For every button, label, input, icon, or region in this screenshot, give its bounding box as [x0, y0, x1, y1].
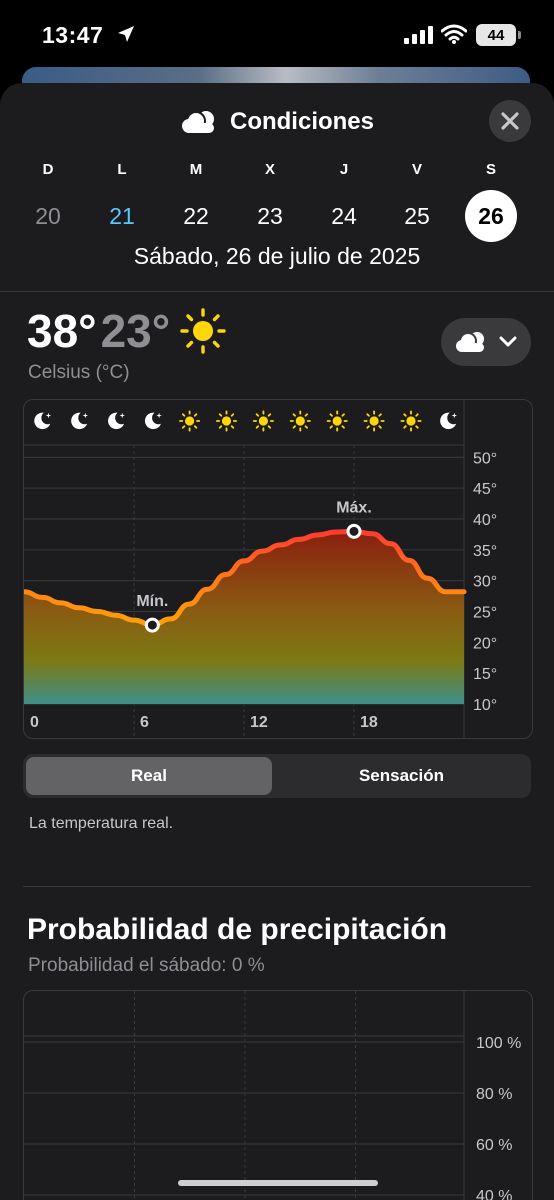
cloud-icon [181, 111, 214, 133]
status-time: 13:47 [42, 22, 104, 48]
max-point [346, 523, 362, 539]
sun-icon [180, 308, 226, 354]
x-tick-label: 0 [30, 714, 39, 731]
y-tick-label: 40° [473, 512, 497, 529]
wifi-icon [441, 24, 467, 44]
sheet-header: Condiciones [0, 106, 554, 138]
moon-star-icon [71, 412, 89, 430]
temp-low: 23° [100, 305, 171, 357]
x-tick-label: 6 [140, 714, 149, 731]
temperature-area [24, 531, 464, 704]
x-tick-label: 18 [360, 714, 378, 731]
day-button[interactable]: 23 [244, 190, 296, 242]
moon-star-icon [34, 412, 52, 430]
y-tick-label: 20° [473, 635, 497, 652]
day-name: D [42, 161, 54, 178]
day-button[interactable]: 25 [391, 190, 443, 242]
y-tick-label: 30° [473, 574, 497, 591]
precipitation-chart: 100 % 80 % 60 % 40 % [23, 990, 533, 1200]
precipitation-title: Probabilidad de precipitación [27, 913, 448, 946]
chevron-down-icon [499, 336, 517, 347]
battery-tip [518, 31, 521, 39]
unit-label: Celsius (°C) [28, 362, 130, 383]
location-arrow-icon [118, 26, 134, 42]
temperature-chart: 50° 45° 40° 35° 30° 25° 20° 15° 10° 0 6 12 18 Mín. Máx… [21, 399, 533, 739]
y-tick-label: 50° [473, 450, 497, 467]
y-tick-label: 15° [473, 666, 497, 683]
close-icon [501, 112, 519, 130]
segment-real[interactable]: Real [26, 757, 272, 795]
y-tick-label: 40 % [476, 1188, 512, 1200]
moon-star-icon [108, 412, 125, 430]
temperature-summary: 38° 23° [27, 305, 228, 357]
y-tick-label: 10° [473, 697, 497, 714]
temperature-chart-svg: 50° 45° 40° 35° 30° 25° 20° 15° 10° 0 6 12 18 Mín. Máx… [21, 400, 497, 738]
day-name: J [339, 161, 349, 178]
day-button[interactable]: 24 [318, 190, 370, 242]
sheet-title: Condiciones [229, 108, 374, 135]
sun-icon [363, 410, 385, 432]
y-tick-label: 45° [473, 481, 497, 498]
day-button[interactable]: 22 [170, 190, 222, 242]
moon-star-icon [440, 412, 458, 430]
cellular-signal-icon [404, 26, 433, 44]
day-name: S [485, 161, 496, 178]
sun-icon [400, 410, 422, 432]
day-name: M [189, 161, 203, 178]
max-label: Máx. [336, 499, 372, 516]
day-name: V [411, 161, 422, 178]
moon-star-icon [144, 412, 162, 430]
y-tick-label: 80 % [476, 1086, 512, 1103]
y-tick-label: 35° [473, 543, 497, 560]
sun-icon [215, 410, 238, 432]
day-button[interactable]: 21 [96, 190, 148, 242]
divider [0, 291, 554, 292]
y-tick-label: 100 % [476, 1035, 521, 1052]
home-indicator[interactable] [178, 1180, 378, 1186]
day-button[interactable]: 20 [22, 190, 74, 242]
day-name: X [264, 161, 275, 178]
segment-description: La temperatura real. [29, 815, 174, 832]
status-bar: 13:47 44 [0, 0, 554, 70]
battery-indicator: 44 [476, 24, 516, 46]
sun-icon [326, 410, 348, 432]
sun-icon [289, 410, 311, 432]
temp-high: 38° [27, 305, 97, 357]
conditions-sheet: Condiciones D L M X J V S 20 21 22 23 24… [0, 83, 554, 1200]
y-tick-label: 60 % [476, 1137, 512, 1154]
temperature-mode-segmented-control: Real Sensación [23, 754, 531, 798]
y-tick-label: 25° [473, 605, 497, 622]
x-tick-label: 12 [250, 714, 268, 731]
sun-icon [252, 410, 274, 432]
sun-icon [179, 410, 201, 432]
segment-feels-like[interactable]: Sensación [275, 757, 528, 795]
battery-level: 44 [487, 26, 505, 44]
min-label: Mín. [136, 593, 168, 610]
day-name: L [117, 161, 127, 178]
conditions-dropdown-button[interactable] [441, 318, 531, 366]
close-button[interactable] [489, 100, 531, 142]
day-button-selected[interactable]: 26 [465, 190, 517, 242]
full-date: Sábado, 26 de julio de 2025 [133, 243, 421, 269]
min-point [144, 617, 160, 633]
precipitation-chart-svg: 100 % 80 % 60 % 40 % [24, 991, 521, 1200]
divider [23, 886, 531, 887]
cloud-icon [456, 332, 484, 352]
precipitation-subtitle: Probabilidad el sábado: 0 % [28, 955, 265, 976]
